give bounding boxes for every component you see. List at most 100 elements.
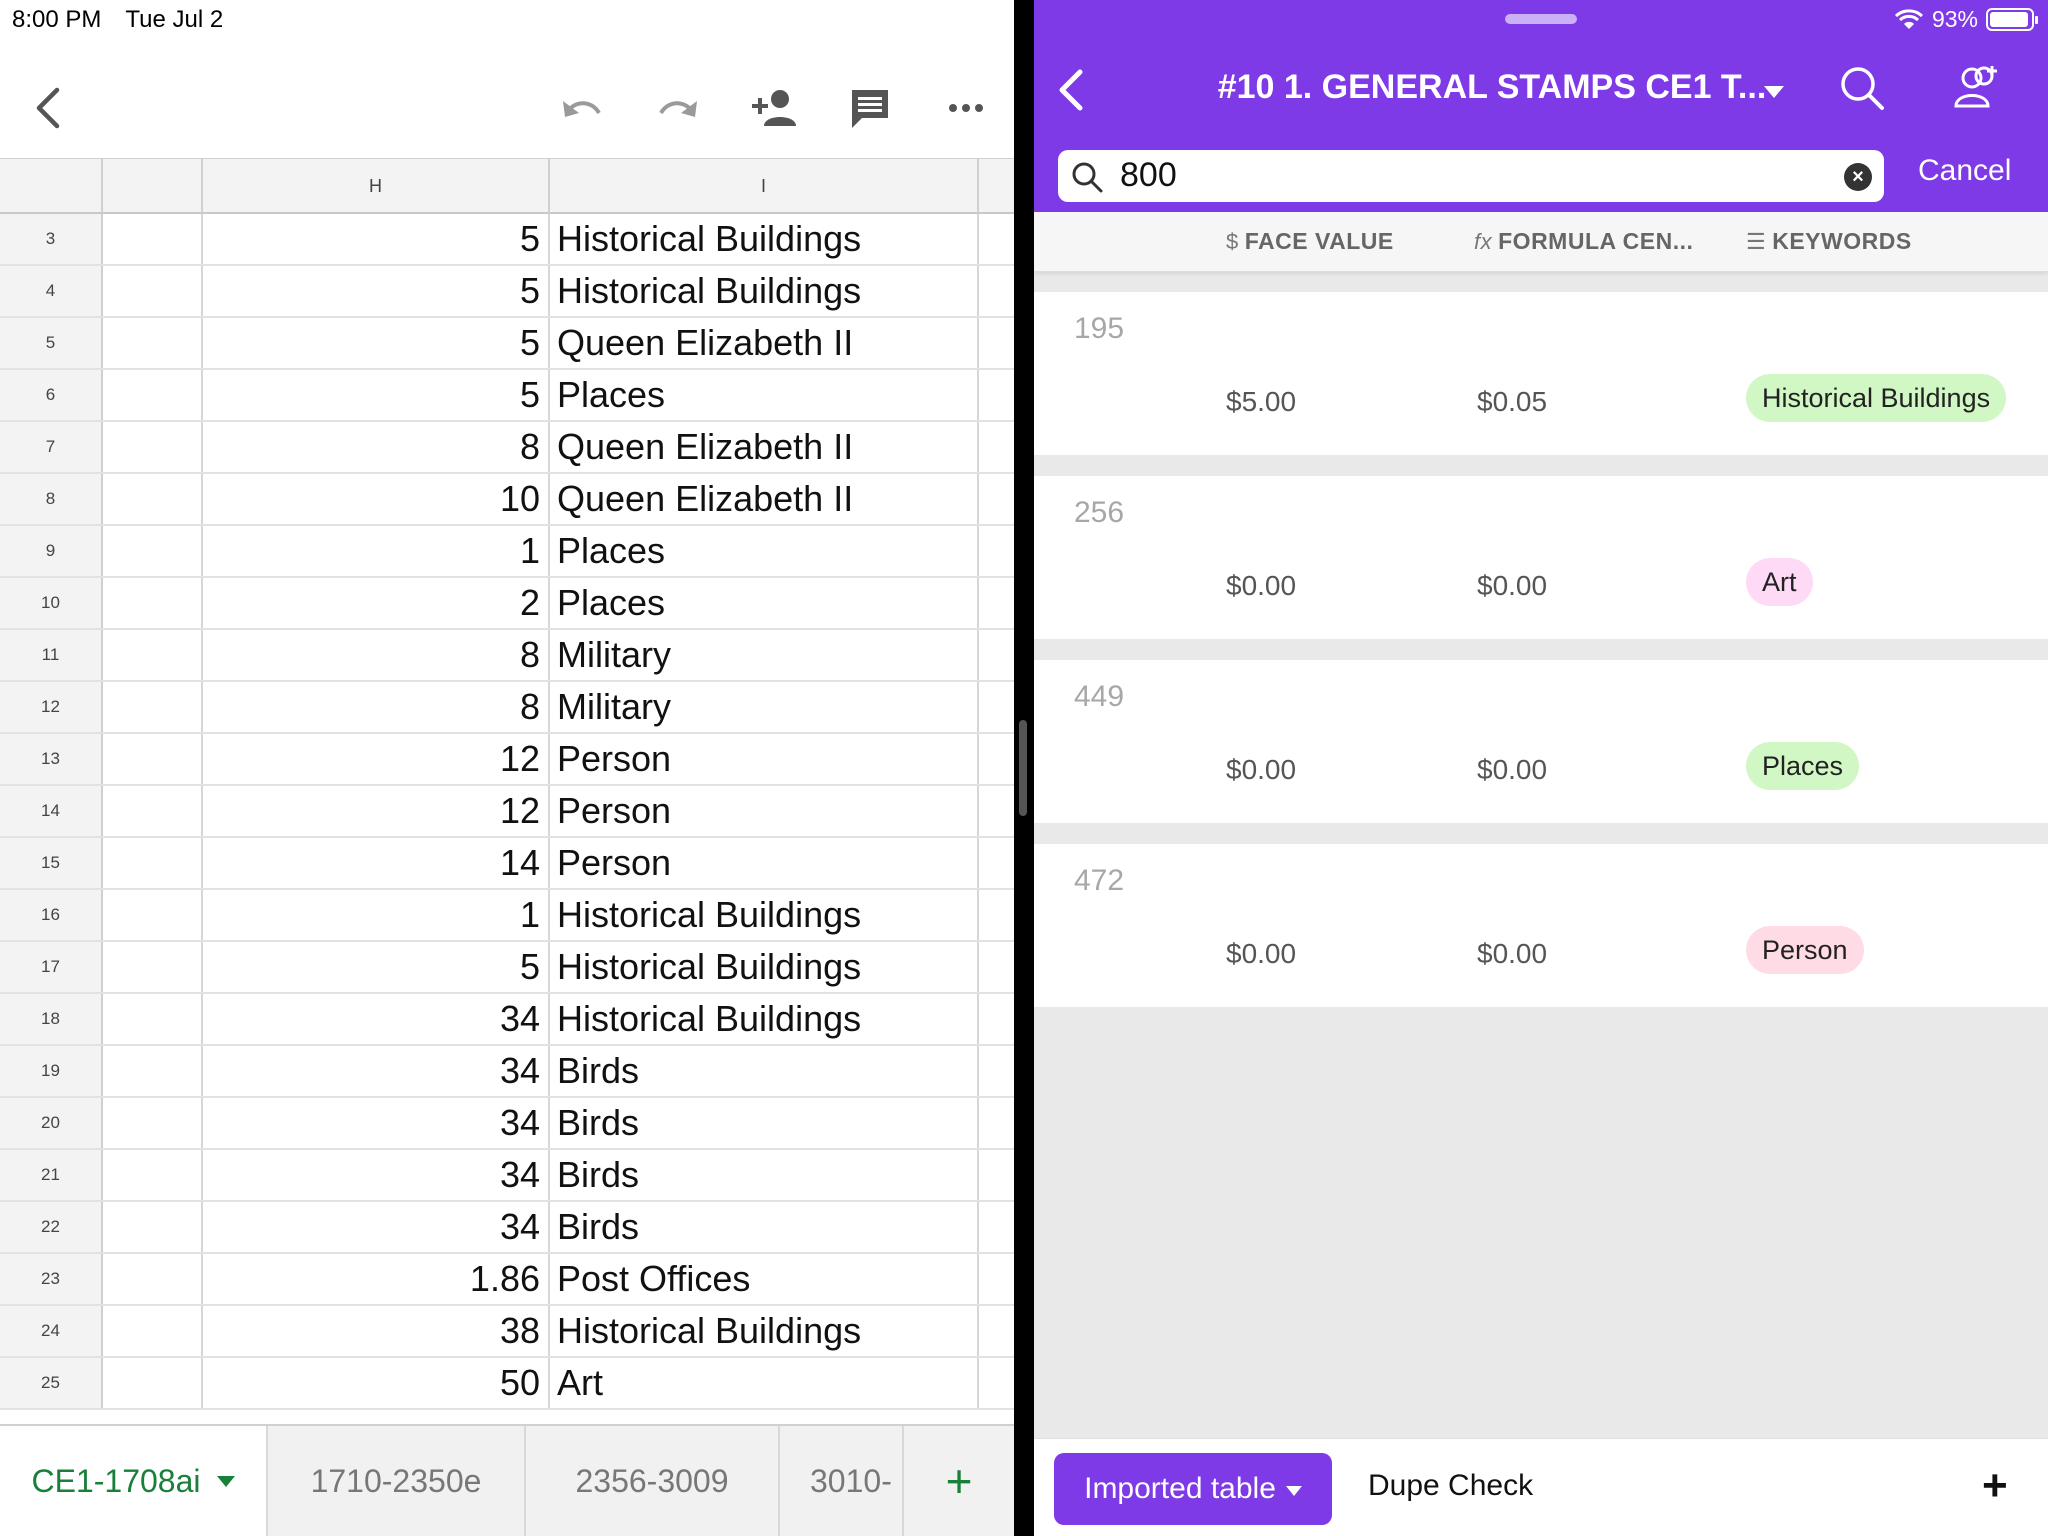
cell-h[interactable]: 5	[203, 318, 550, 368]
row-number[interactable]: 14	[0, 786, 103, 836]
row-number[interactable]: 6	[0, 370, 103, 420]
cell-i[interactable]: Queen Elizabeth II	[550, 474, 979, 524]
cancel-button[interactable]: Cancel	[1918, 154, 2011, 188]
more-options-icon[interactable]	[936, 78, 996, 138]
cell-g[interactable]	[103, 1150, 203, 1200]
cell-h[interactable]: 10	[203, 474, 550, 524]
cell-g[interactable]	[103, 370, 203, 420]
cell-h[interactable]: 5	[203, 370, 550, 420]
cell-g[interactable]	[103, 474, 203, 524]
back-icon[interactable]	[18, 78, 78, 138]
cell-i[interactable]: Person	[550, 838, 979, 888]
row-number[interactable]: 21	[0, 1150, 103, 1200]
cell-i[interactable]: Historical Buildings	[550, 214, 979, 264]
record-card[interactable]: 256 $0.00 $0.00 Art	[1034, 476, 2048, 639]
cell-h[interactable]: 5	[203, 214, 550, 264]
cell-h[interactable]: 8	[203, 630, 550, 680]
comment-icon[interactable]	[840, 78, 900, 138]
row-number[interactable]: 12	[0, 682, 103, 732]
column-header-i[interactable]: I	[550, 159, 979, 213]
column-header-h[interactable]: H	[203, 159, 550, 213]
undo-icon[interactable]	[552, 78, 612, 138]
cell-i[interactable]: Birds	[550, 1098, 979, 1148]
cell-h[interactable]: 8	[203, 682, 550, 732]
row-number[interactable]: 19	[0, 1046, 103, 1096]
share-users-icon[interactable]	[1950, 62, 2006, 117]
cell-g[interactable]	[103, 1254, 203, 1304]
cell-g[interactable]	[103, 422, 203, 472]
cell-h[interactable]: 50	[203, 1358, 550, 1408]
row-number[interactable]: 8	[0, 474, 103, 524]
cell-g[interactable]	[103, 942, 203, 992]
clear-search-icon[interactable]: ×	[1844, 163, 1872, 191]
row-number[interactable]: 4	[0, 266, 103, 316]
cell-h[interactable]: 1.86	[203, 1254, 550, 1304]
cell-g[interactable]	[103, 1098, 203, 1148]
row-number[interactable]: 5	[0, 318, 103, 368]
sheet-tab-active[interactable]: CE1-1708ai	[0, 1426, 268, 1536]
cell-h[interactable]: 38	[203, 1306, 550, 1356]
cell-i[interactable]: Historical Buildings	[550, 266, 979, 316]
cell-g[interactable]	[103, 1306, 203, 1356]
cell-g[interactable]	[103, 786, 203, 836]
row-number[interactable]: 20	[0, 1098, 103, 1148]
cell-i[interactable]: Art	[550, 1358, 979, 1408]
cell-h[interactable]: 5	[203, 266, 550, 316]
cell-h[interactable]: 12	[203, 734, 550, 784]
row-number[interactable]: 9	[0, 526, 103, 576]
cell-i[interactable]: Historical Buildings	[550, 942, 979, 992]
cell-h[interactable]: 14	[203, 838, 550, 888]
chevron-down-icon[interactable]	[1764, 86, 1784, 98]
cell-h[interactable]: 12	[203, 786, 550, 836]
cell-h[interactable]: 34	[203, 1202, 550, 1252]
cell-g[interactable]	[103, 526, 203, 576]
cell-g[interactable]	[103, 1202, 203, 1252]
row-number[interactable]: 3	[0, 214, 103, 264]
table-title[interactable]: #10 1. GENERAL STAMPS CE1 T...	[1192, 68, 1792, 107]
cell-g[interactable]	[103, 318, 203, 368]
cell-h[interactable]: 1	[203, 890, 550, 940]
cell-i[interactable]: Military	[550, 682, 979, 732]
row-number[interactable]: 17	[0, 942, 103, 992]
sheet-tab[interactable]: 3010-	[780, 1426, 904, 1536]
cell-g[interactable]	[103, 1358, 203, 1408]
cell-i[interactable]: Historical Buildings	[550, 994, 979, 1044]
cell-h[interactable]: 34	[203, 994, 550, 1044]
table-switcher-button[interactable]: Imported table	[1054, 1453, 1332, 1525]
add-sheet-button[interactable]: +	[904, 1426, 1014, 1536]
cell-i[interactable]: Birds	[550, 1046, 979, 1096]
cell-h[interactable]: 34	[203, 1098, 550, 1148]
cell-h[interactable]: 8	[203, 422, 550, 472]
field-header-face-value[interactable]: $ FACE VALUE	[1226, 228, 1394, 255]
cell-i[interactable]: Places	[550, 578, 979, 628]
split-view-divider[interactable]	[1014, 0, 1034, 1536]
back-icon[interactable]	[1052, 62, 1092, 118]
row-number[interactable]: 13	[0, 734, 103, 784]
cell-g[interactable]	[103, 578, 203, 628]
cell-h[interactable]: 34	[203, 1046, 550, 1096]
column-header-g[interactable]	[103, 159, 203, 213]
field-header-keywords[interactable]: ☰ KEYWORDS	[1746, 228, 1912, 255]
row-number[interactable]: 24	[0, 1306, 103, 1356]
row-number[interactable]: 22	[0, 1202, 103, 1252]
record-card[interactable]: 195 $5.00 $0.05 Historical Buildings	[1034, 292, 2048, 455]
cell-g[interactable]	[103, 838, 203, 888]
sheet-tab[interactable]: 2356-3009	[526, 1426, 780, 1536]
cell-g[interactable]	[103, 630, 203, 680]
cell-h[interactable]: 5	[203, 942, 550, 992]
cell-h[interactable]: 1	[203, 526, 550, 576]
cell-i[interactable]: Queen Elizabeth II	[550, 422, 979, 472]
record-card[interactable]: 472 $0.00 $0.00 Person	[1034, 844, 2048, 1007]
cell-i[interactable]: Military	[550, 630, 979, 680]
row-number[interactable]: 23	[0, 1254, 103, 1304]
cell-i[interactable]: Queen Elizabeth II	[550, 318, 979, 368]
split-view-handle[interactable]	[1019, 720, 1027, 816]
add-view-button[interactable]: +	[1982, 1461, 2008, 1511]
select-all-corner[interactable]	[0, 159, 103, 213]
cell-g[interactable]	[103, 214, 203, 264]
cell-i[interactable]: Birds	[550, 1202, 979, 1252]
cell-i[interactable]: Places	[550, 370, 979, 420]
record-card[interactable]: 449 $0.00 $0.00 Places	[1034, 660, 2048, 823]
row-number[interactable]: 15	[0, 838, 103, 888]
row-number[interactable]: 16	[0, 890, 103, 940]
